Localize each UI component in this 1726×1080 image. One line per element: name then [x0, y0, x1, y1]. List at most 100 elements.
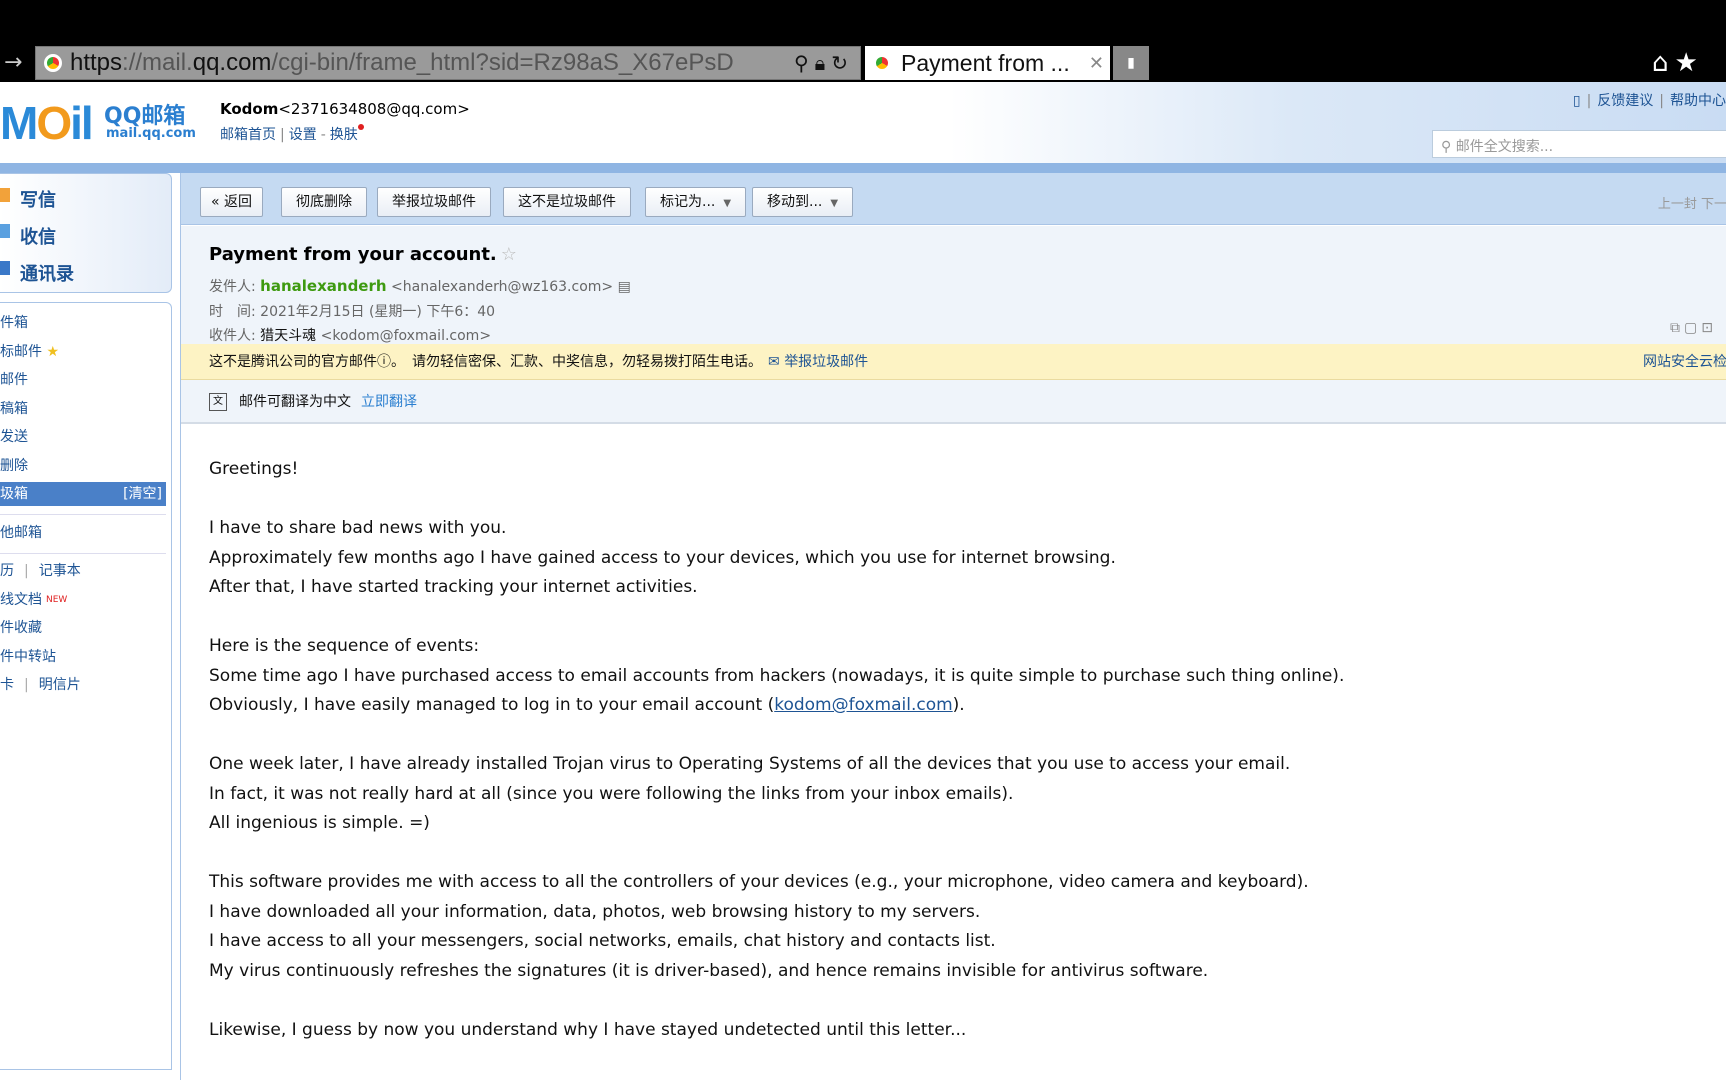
forward-arrow-icon[interactable]: →	[4, 50, 22, 75]
pencil-icon	[0, 188, 10, 202]
browser-tab[interactable]: Payment from ... ✕	[865, 46, 1110, 80]
home-icon[interactable]: ⌂	[1652, 48, 1675, 78]
mobile-icon[interactable]: ▯	[1573, 93, 1581, 109]
tools-row-calendar: 历 | 记事本	[0, 563, 81, 579]
other-mailboxes[interactable]: 他邮箱	[0, 521, 166, 545]
not-spam-button[interactable]: 这不是垃圾邮件	[503, 187, 631, 217]
feedback-link[interactable]: 反馈建议	[1597, 93, 1653, 109]
folder-spam[interactable]: 圾箱 [清空]	[0, 482, 166, 506]
folder-inbox[interactable]: 件箱	[0, 311, 166, 335]
folder-deleted[interactable]: 删除	[0, 454, 166, 478]
folder-starred[interactable]: 标邮件 ★	[0, 340, 166, 364]
body-line: I have to share bad news with you.	[209, 518, 507, 538]
postcard-link[interactable]: 明信片	[39, 677, 81, 693]
body-line: Approximately few months ago I have gain…	[209, 547, 1116, 568]
search-icon: ⚲	[1441, 139, 1456, 155]
new-badge: NEW	[46, 595, 68, 605]
logo-sub: mail.qq.com	[106, 126, 196, 141]
skin-link[interactable]: 换肤	[330, 127, 358, 143]
move-to-dropdown[interactable]: 移动到... ▼	[752, 187, 854, 217]
browser-icons: ⌂★	[1652, 48, 1704, 78]
security-check-link[interactable]: 网站安全云检	[1643, 344, 1726, 380]
report-spam-link[interactable]: ✉ 举报垃圾邮件	[768, 354, 868, 370]
print-icon[interactable]: ▢	[1684, 320, 1701, 336]
export-icon[interactable]: ⊡	[1701, 320, 1717, 336]
body-line: Likewise, I guess by now you understand …	[209, 1019, 967, 1040]
favorites-link[interactable]: 件收藏	[0, 616, 166, 640]
address-bar[interactable]: https://mail.qq.com/cgi-bin/frame_html?s…	[35, 46, 861, 80]
star-icon[interactable]: ★	[1675, 48, 1704, 78]
body-line: This software provides me with access to…	[209, 872, 1309, 892]
folder-sent[interactable]: 发送	[0, 425, 166, 449]
folder-drafts[interactable]: 稿箱	[0, 397, 166, 421]
email-body: Greetings! I have to share bad news with…	[209, 455, 1344, 1045]
compose-button[interactable]: 写信	[20, 186, 56, 212]
new-tab-button[interactable]: ▮	[1113, 46, 1149, 80]
sidebar-actions: 写信 收信 通讯录	[0, 173, 172, 293]
search-input[interactable]: ⚲ 邮件全文搜索...	[1432, 130, 1726, 158]
back-button[interactable]: « 返回	[200, 187, 264, 217]
view-icons[interactable]: ⧉▢⊡	[1670, 320, 1717, 336]
body-line: I have access to all your messengers, so…	[209, 931, 996, 951]
address-icons[interactable]: ⚲🔒︎↻	[794, 51, 860, 75]
body-line: In fact, it was not really hard at all (…	[209, 783, 1014, 804]
inbox-icon	[0, 224, 10, 238]
email-view: « 返回 彻底删除 举报垃圾邮件 这不是垃圾邮件 标记为... ▼ 移动到... ▼…	[180, 173, 1726, 1080]
delete-permanently-button[interactable]: 彻底删除	[281, 187, 367, 217]
folder-group[interactable]: 邮件	[0, 368, 166, 392]
refresh-icon[interactable]: ↻	[831, 51, 854, 75]
security-warning: 这不是腾讯公司的官方邮件ⓘ。 请勿轻信密保、汇款、中奖信息，勿轻易拨打陌生电话。…	[181, 344, 1726, 380]
star-icon[interactable]: ☆	[501, 244, 517, 265]
translate-link[interactable]: 立即翻译	[361, 394, 417, 410]
lock-icon: 🔒︎	[814, 51, 832, 75]
contact-card-icon[interactable]: ▤	[618, 279, 631, 295]
tools-row-cards: 卡 | 明信片	[0, 677, 81, 693]
contacts-button[interactable]: 通讯录	[20, 260, 74, 286]
help-link[interactable]: 帮助中心	[1670, 93, 1726, 109]
email-subject: Payment from your account. ☆	[209, 244, 517, 265]
cards-link[interactable]: 卡	[0, 677, 14, 693]
body-line: I have downloaded all your information, …	[209, 901, 981, 922]
notepad-link[interactable]: 记事本	[39, 563, 81, 579]
tab-favicon-icon	[873, 54, 891, 72]
new-window-icon[interactable]: ⧉	[1670, 320, 1684, 336]
body-line: After that, I have started tracking your…	[209, 577, 698, 597]
sender-name[interactable]: hanalexanderh	[260, 277, 386, 295]
chevron-down-icon: ▼	[723, 198, 732, 209]
mail-header: MOil QQ邮箱 mail.qq.com Kodom<2371634808@q…	[0, 82, 1726, 165]
body-line: One week later, I have already installed…	[209, 754, 1291, 774]
folder-list: 件箱 标邮件 ★ 邮件 稿箱 发送 删除 圾箱 [清空] 他邮箱 历 | 记事本 线文…	[0, 302, 172, 1070]
body-line: All ingenious is simple. =)	[209, 813, 430, 833]
mailbox-home-link[interactable]: 邮箱首页	[220, 127, 276, 143]
sender-email: <hanalexanderh@wz163.com>	[391, 279, 614, 295]
body-line: My virus continuously refreshes the sign…	[209, 960, 1209, 981]
tab-title: Payment from ...	[901, 49, 1070, 76]
sender-row: 发件人: hanalexanderh <hanalexanderh@wz163.…	[209, 277, 631, 295]
logo[interactable]: MOil	[0, 96, 94, 150]
body-line: Here is the sequence of events:	[209, 636, 480, 656]
settings-link[interactable]: 设置	[289, 127, 317, 143]
mark-as-dropdown[interactable]: 标记为... ▼	[645, 187, 747, 217]
user-info: Kodom<2371634808@qq.com>	[220, 100, 470, 118]
file-transfer-link[interactable]: 件中转站	[0, 645, 166, 669]
time-row: 时 间: 2021年2月15日 (星期一) 下午6：40	[209, 304, 496, 320]
prev-next-links[interactable]: 上一封 下一	[1658, 193, 1726, 212]
email-link[interactable]: kodom@foxmail.com	[774, 695, 952, 715]
toolbar: « 返回 彻底删除 举报垃圾邮件 这不是垃圾邮件 标记为... ▼ 移动到... ▼…	[181, 173, 1726, 225]
star-icon: ★	[46, 344, 60, 360]
report-spam-button[interactable]: 举报垃圾邮件	[377, 187, 491, 217]
online-docs-link[interactable]: 线文档 NEW	[0, 588, 166, 612]
header-links: 邮箱首页 | 设置 - 换肤	[220, 124, 364, 144]
close-icon[interactable]: ✕	[1089, 53, 1104, 74]
divider	[0, 163, 1726, 173]
translate-icon: 文	[209, 393, 227, 411]
receive-button[interactable]: 收信	[20, 223, 56, 249]
body-line: Obviously, I have easily managed to log …	[209, 695, 965, 715]
recipient-row: 收件人: 猎天斗魂 <kodom@foxmail.com>	[209, 328, 492, 344]
body-line: Some time ago I have purchased access to…	[209, 665, 1345, 686]
body-line: Greetings!	[209, 459, 299, 479]
url-text: https://mail.qq.com/cgi-bin/frame_html?s…	[70, 49, 734, 76]
search-icon[interactable]: ⚲	[794, 51, 815, 75]
calendar-link[interactable]: 历	[0, 563, 14, 579]
clear-spam-button[interactable]: [清空]	[123, 482, 162, 506]
